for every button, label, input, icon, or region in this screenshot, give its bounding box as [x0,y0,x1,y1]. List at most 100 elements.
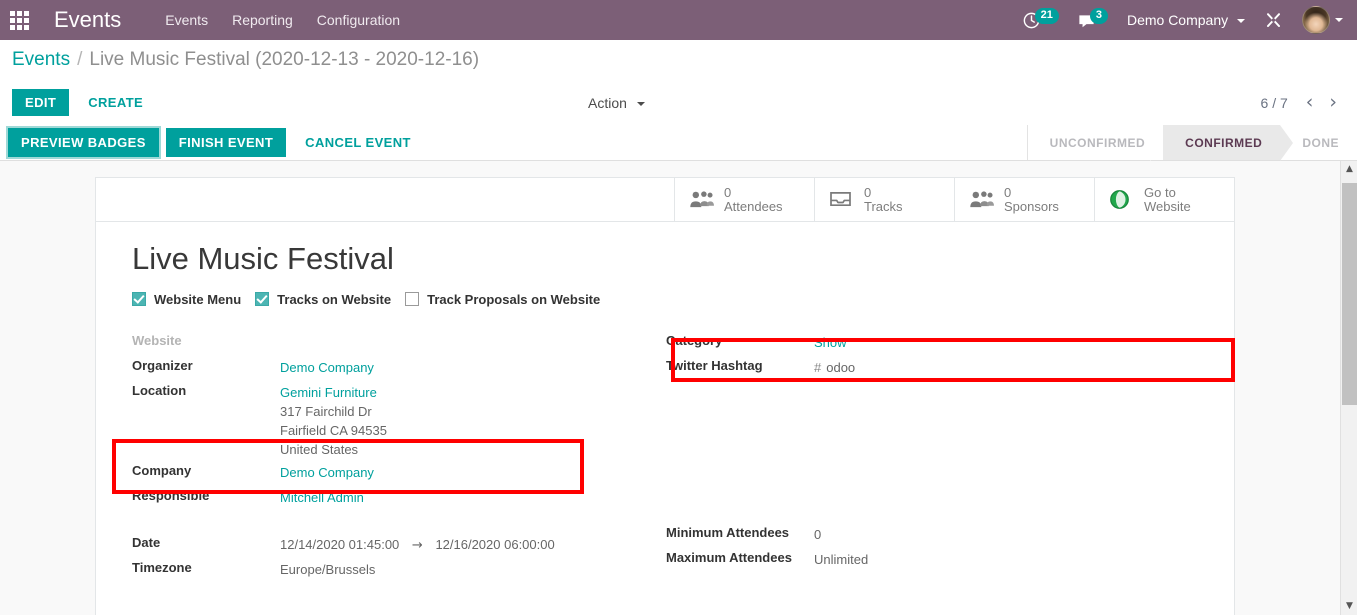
field-value-twitter-hashtag[interactable]: # odoo [814,355,855,377]
stat-button-sponsors[interactable]: 0 Sponsors [954,178,1094,221]
stat-button-tracks[interactable]: 0 Tracks [814,178,954,221]
stat-button-attendees[interactable]: 0 Attendees [674,178,814,221]
menu-item-reporting[interactable]: Reporting [220,0,305,40]
app-title: Events [54,7,122,32]
messages-count-badge: 3 [1089,8,1108,24]
scroll-up-button[interactable]: ▲ [1341,161,1357,178]
activities-menu[interactable]: 21 [1013,0,1068,40]
scroll-down-button[interactable]: ▼ [1341,598,1357,615]
activities-count-badge: 21 [1034,8,1059,24]
field-label: Company [132,463,192,478]
location-name[interactable]: Gemini Furniture [280,385,377,400]
edit-button[interactable]: EDIT [12,89,70,116]
field-organizer: Organizer Demo Company [132,355,664,379]
field-label: Minimum Attendees [666,525,790,540]
stat-button-go-to-website[interactable]: Go to Website [1094,178,1234,221]
action-dropdown[interactable]: Action [588,95,645,111]
field-value-date: 12/14/2020 01:45:00 → 12/16/2020 06:00:0… [280,532,555,555]
date-range-arrow-icon: → [411,538,423,553]
breadcrumb-current: Live Music Festival (2020-12-13 - 2020-1… [89,49,480,70]
finish-event-button[interactable]: FINISH EVENT [165,128,287,157]
pager-value: 6 / 7 [1260,94,1288,111]
create-button[interactable]: CREATE [75,89,156,116]
status-step-confirmed[interactable]: CONFIRMED [1150,125,1294,161]
field-value-responsible[interactable]: Mitchell Admin [280,485,364,507]
top-navbar: Events Events Reporting Configuration 21… [0,0,1357,40]
menu-item-events[interactable]: Events [153,0,220,40]
action-dropdown-label: Action [588,94,627,111]
fields-grid: Website Organizer Demo Company Location … [132,330,1198,582]
workflow-bar: PREVIEW BADGES FINISH EVENT CANCEL EVENT… [0,125,1357,161]
systray: 21 3 Demo Company [1013,0,1357,40]
website-options-row: Website Menu Tracks on Website Track Pro… [132,284,1198,314]
field-maximum-attendees: Maximum Attendees Unlimited [666,547,1198,571]
field-date: Date 12/14/2020 01:45:00 → 12/16/2020 06… [132,532,664,556]
field-value-timezone[interactable]: Europe/Brussels [280,557,375,579]
field-label: Organizer [132,358,193,373]
field-responsible: Responsible Mitchell Admin [132,485,664,509]
checkbox-field-tracks-on-website[interactable]: Tracks on Website [255,292,391,307]
cancel-event-button[interactable]: CANCEL EVENT [292,125,424,160]
field-label: Website [132,333,182,348]
field-category: Category Show [666,330,1198,354]
stat-value: 0 [864,184,872,200]
users-icon [969,190,995,209]
user-menu[interactable] [1292,0,1349,40]
stat-value: 0 [724,184,732,200]
hash-symbol: # [814,360,822,375]
vertical-scrollbar[interactable]: ▲ ▼ [1340,161,1357,615]
field-value-minimum-attendees[interactable]: 0 [814,522,821,544]
status-step-unconfirmed[interactable]: UNCONFIRMED [1028,125,1164,160]
checkbox-field-website-menu[interactable]: Website Menu [132,292,241,307]
main-menu: Events Reporting Configuration [153,0,412,40]
field-timezone: Timezone Europe/Brussels [132,557,664,581]
field-company: Company Demo Company [132,460,664,484]
checkbox-track-proposals-on-website[interactable] [405,292,420,306]
apps-menu-button[interactable] [0,0,38,40]
location-country: United States [280,442,359,457]
stat-label: Attendees [724,198,783,214]
date-end[interactable]: 12/16/2020 06:00:00 [435,537,554,552]
stat-buttons-row: 0 Attendees 0 Tracks 0 Sponsors Go to We… [96,178,1234,222]
checkbox-tracks-on-website[interactable] [255,292,270,306]
field-label: Category [666,333,723,348]
company-switcher[interactable]: Demo Company [1117,0,1255,40]
field-value-company[interactable]: Demo Company [280,460,374,482]
messages-menu[interactable]: 3 [1068,0,1117,40]
apps-grid-icon [9,10,29,30]
field-twitter-hashtag: Twitter Hashtag # odoo [666,355,1198,379]
field-value-location: Gemini Furniture 317 Fairchild Dr Fairfi… [280,380,387,459]
checkbox-label: Tracks on Website [277,291,392,307]
chevron-down-icon [636,101,645,106]
sheet-wrapper: 0 Attendees 0 Tracks 0 Sponsors Go to We… [0,161,1357,615]
location-city: Fairfield CA 94535 [280,423,387,438]
field-label: Location [132,383,187,398]
field-label: Maximum Attendees [666,550,792,565]
breadcrumb-root-link[interactable]: Events [12,49,70,71]
field-value-category[interactable]: Show [814,330,847,352]
pager-previous-button[interactable]: ‹ [1298,93,1322,112]
stat-value: Go to [1144,184,1176,200]
location-street: 317 Fairchild Dr [280,404,372,419]
preview-badges-button[interactable]: PREVIEW BADGES [8,128,159,157]
field-value-maximum-attendees[interactable]: Unlimited [814,547,868,569]
checkbox-website-menu[interactable] [132,292,146,306]
form-body: Live Music Festival Website Menu Tracks … [96,222,1234,582]
date-start[interactable]: 12/14/2020 01:45:00 [280,537,399,552]
field-value-organizer[interactable]: Demo Company [280,355,374,377]
menu-item-configuration[interactable]: Configuration [305,0,412,40]
checkbox-label: Website Menu [154,291,242,307]
inbox-tray-icon [829,190,855,209]
stat-button-text: Go to Website [1144,184,1191,214]
developer-tools-menu[interactable] [1255,0,1292,40]
checkbox-field-track-proposals-on-website[interactable]: Track Proposals on Website [405,292,600,307]
field-group-spacer [132,510,664,532]
field-website: Website [132,330,664,354]
form-sheet: 0 Attendees 0 Tracks 0 Sponsors Go to We… [95,177,1235,615]
pager-next-button[interactable]: › [1321,93,1345,112]
hashtag-text: odoo [826,360,856,375]
field-label: Timezone [132,560,192,575]
status-bar: UNCONFIRMED CONFIRMED DONE [1026,125,1357,161]
scrollbar-thumb[interactable] [1342,183,1357,405]
globe-icon [1109,189,1135,210]
